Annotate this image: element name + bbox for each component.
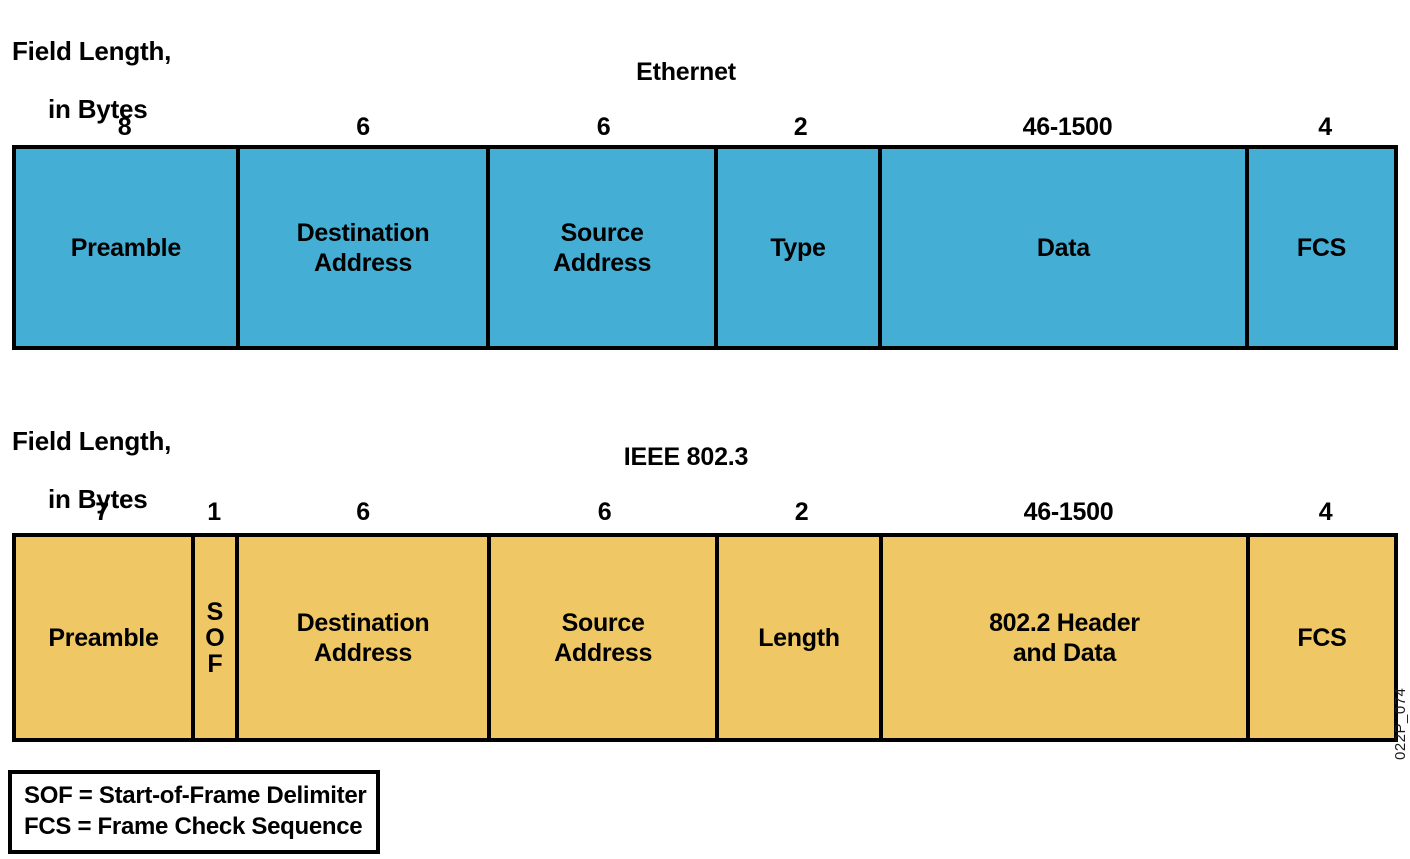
ieee-802-2-line2: and Data: [1012, 638, 1116, 667]
ethernet-caption-line1: Field Length,: [12, 36, 172, 66]
ieee-caption-line1: Field Length,: [12, 426, 172, 456]
diagram-canvas: Field Length, in Bytes Ethernet 8 6 6 2 …: [0, 0, 1410, 859]
ieee-length-preamble: 7: [95, 498, 109, 526]
ethernet-length-fcs: 4: [1318, 113, 1332, 141]
ieee-sof-char-1: S: [206, 597, 224, 626]
ieee-field-length-label: Length: [758, 623, 840, 652]
ethernet-field-source-address[interactable]: Source Address: [490, 149, 718, 346]
ieee-title: IEEE 802.3: [623, 443, 749, 471]
ieee-length-destination-address: 6: [356, 498, 370, 526]
ieee-length-sof: 1: [207, 498, 221, 526]
ieee-field-destination-address[interactable]: Destination Address: [238, 537, 492, 738]
ethernet-field-destination-address[interactable]: Destination Address: [239, 149, 491, 346]
ieee-length-802-2-header-and-data: 46-1500: [1023, 498, 1114, 526]
ieee-field-sof-label: S O F: [205, 599, 224, 677]
ethernet-length-type: 2: [793, 113, 808, 141]
ethernet-length-preamble: 8: [117, 113, 132, 141]
ieee-field-preamble-label: Preamble: [48, 623, 159, 652]
ethernet-frame: Preamble Destination Address Source Addr…: [12, 145, 1398, 350]
ieee-length-row: 7 1 6 6 2 46-1500 4: [12, 497, 1398, 527]
ieee-length-length: 2: [794, 498, 809, 526]
ethernet-source-address-line2: Address: [553, 248, 652, 277]
legend-line-sof: SOF = Start-of-Frame Delimiter: [24, 782, 367, 809]
ieee-field-source-address[interactable]: Source Address: [491, 537, 719, 738]
ethernet-length-source-address: 6: [596, 113, 611, 141]
ethernet-field-preamble-label: Preamble: [70, 233, 181, 262]
ethernet-field-fcs[interactable]: FCS: [1248, 149, 1394, 346]
ieee-source-address-line1: Source: [561, 608, 645, 637]
ieee-frame: Preamble S O F Destination Address Sourc…: [12, 533, 1398, 742]
ethernet-destination-address-line2: Address: [314, 248, 412, 277]
ethernet-field-source-address-label: Source Address: [553, 218, 651, 278]
ieee-destination-address-line2: Address: [314, 638, 412, 667]
ieee-field-fcs[interactable]: FCS: [1249, 537, 1394, 738]
ethernet-length-data: 46-1500: [1022, 113, 1113, 141]
ethernet-field-destination-address-label: Destination Address: [297, 218, 430, 278]
ieee-field-destination-address-label: Destination Address: [297, 608, 430, 668]
ethernet-field-data[interactable]: Data: [882, 149, 1249, 346]
ieee-field-source-address-label: Source Address: [554, 608, 652, 668]
ieee-field-802-2-header-and-data[interactable]: 802.2 Header and Data: [882, 537, 1250, 738]
ethernet-field-type[interactable]: Type: [717, 149, 882, 346]
ieee-802-2-line1: 802.2 Header: [989, 608, 1140, 637]
ethernet-field-data-label: Data: [1036, 233, 1090, 262]
legend-box: SOF = Start-of-Frame Delimiter FCS = Fra…: [8, 770, 381, 854]
ethernet-title: Ethernet: [636, 58, 736, 86]
ethernet-field-fcs-label: FCS: [1296, 233, 1346, 262]
ieee-length-source-address: 6: [597, 498, 612, 526]
ieee-field-802-2-header-and-data-label: 802.2 Header and Data: [989, 608, 1140, 668]
ieee-field-fcs-label: FCS: [1297, 623, 1347, 652]
figure-id-watermark: 022P_074: [1392, 687, 1409, 760]
ieee-sof-char-2: O: [205, 623, 225, 652]
ethernet-length-destination-address: 6: [356, 113, 370, 141]
ethernet-field-type-label: Type: [770, 233, 826, 262]
ieee-field-length[interactable]: Length: [718, 537, 883, 738]
ieee-field-preamble[interactable]: Preamble: [16, 537, 195, 738]
ethernet-destination-address-line1: Destination: [296, 218, 430, 247]
ethernet-length-row: 8 6 6 2 46-1500 4: [12, 112, 1398, 142]
ieee-source-address-line2: Address: [554, 638, 653, 667]
ethernet-source-address-line1: Source: [560, 218, 644, 247]
ieee-sof-char-3: F: [207, 649, 223, 678]
ieee-length-fcs: 4: [1318, 498, 1333, 526]
legend-line-fcs: FCS = Frame Check Sequence: [24, 813, 363, 840]
ethernet-field-preamble[interactable]: Preamble: [16, 149, 240, 346]
ieee-destination-address-line1: Destination: [296, 608, 430, 637]
ieee-field-sof[interactable]: S O F: [194, 537, 239, 738]
